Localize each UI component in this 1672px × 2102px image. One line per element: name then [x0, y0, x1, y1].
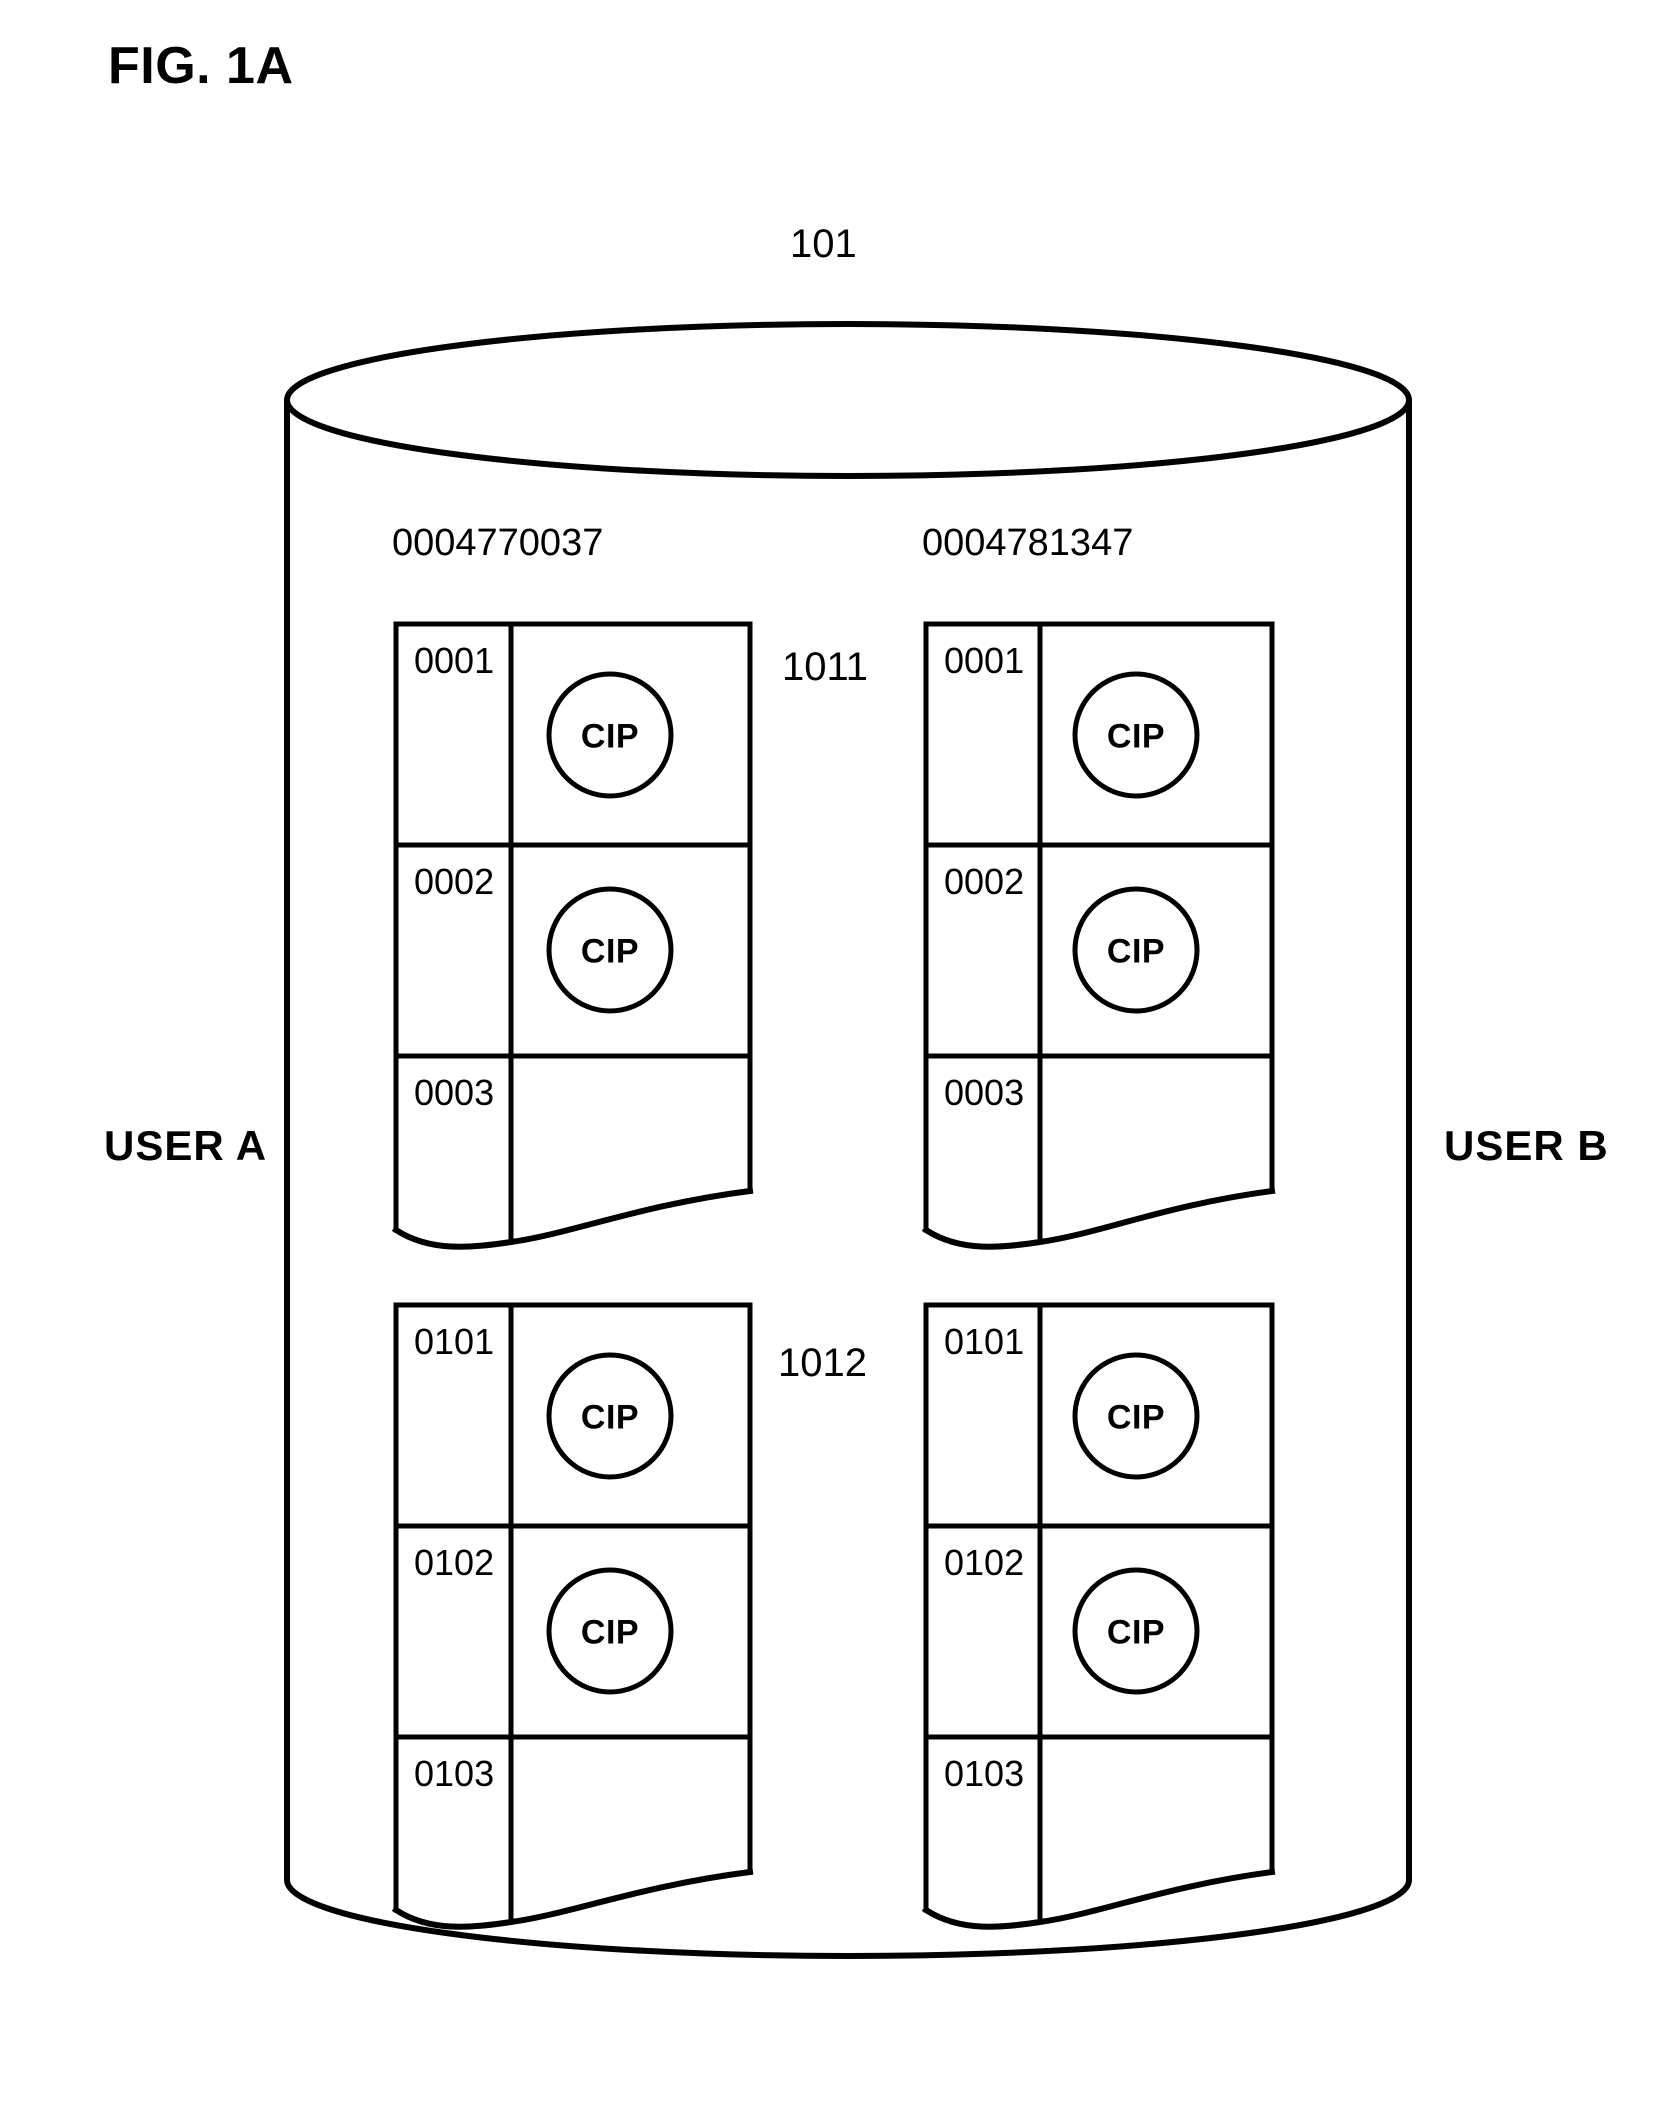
- row-id: 0102: [414, 1542, 495, 1583]
- patent-figure-1a: FIG. 1A 101 0004770037 0004781347 1011 1…: [0, 0, 1672, 2102]
- row-id: 0101: [414, 1321, 495, 1362]
- figure-line-art: [284, 321, 1412, 1959]
- row-id: 0103: [414, 1753, 495, 1794]
- reference-numeral-1012: 1012: [778, 1341, 867, 1385]
- cylinder-bottom-arc: [284, 1877, 1412, 1959]
- table-left-group2: [391, 1302, 754, 1930]
- cip-label: CIP: [1106, 1398, 1166, 1437]
- cip-label: CIP: [1106, 717, 1166, 756]
- reference-numeral-101: 101: [790, 222, 857, 266]
- cylinder-top-ellipse: [284, 321, 1412, 479]
- row-id: 0001: [414, 640, 495, 681]
- cip-label: CIP: [1106, 932, 1166, 971]
- row-id: 0001: [944, 640, 1025, 681]
- table-right-group2: [921, 1302, 1276, 1930]
- row-id: 0003: [944, 1072, 1025, 1113]
- column-header-user-a: 0004770037: [392, 522, 604, 564]
- user-label-b: USER B: [1444, 1122, 1609, 1169]
- cip-label: CIP: [580, 1398, 640, 1437]
- row-id: 0103: [944, 1753, 1025, 1794]
- row-id: 0102: [944, 1542, 1025, 1583]
- row-id: 0003: [414, 1072, 495, 1113]
- reference-numeral-1011: 1011: [782, 645, 869, 689]
- user-label-a: USER A: [104, 1122, 268, 1169]
- column-header-user-b: 0004781347: [922, 522, 1134, 564]
- figure-title: FIG. 1A: [108, 37, 294, 95]
- cip-label: CIP: [1106, 1613, 1166, 1652]
- row-id: 0002: [414, 861, 495, 902]
- table-left-group1: [391, 621, 754, 1250]
- cip-label: CIP: [580, 932, 640, 971]
- row-id: 0101: [944, 1321, 1025, 1362]
- row-id: 0002: [944, 861, 1025, 902]
- table-right-group1: [921, 621, 1276, 1250]
- cip-label: CIP: [580, 717, 640, 756]
- cip-label: CIP: [580, 1613, 640, 1652]
